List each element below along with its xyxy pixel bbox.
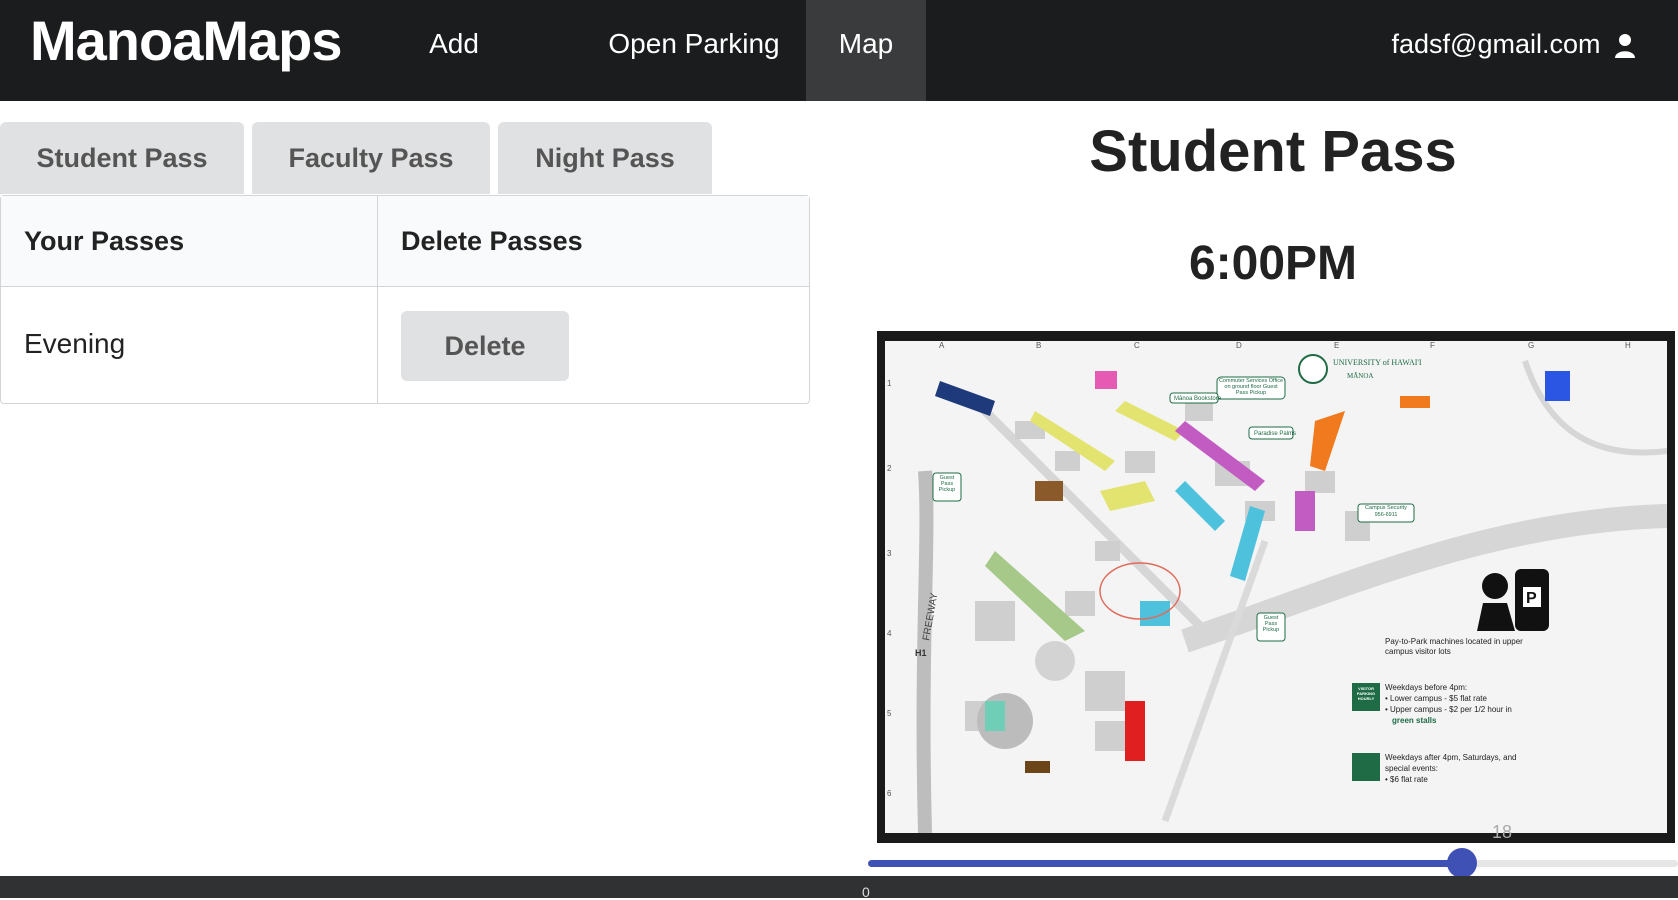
map-row-label: 1 xyxy=(887,379,892,388)
slider-handle[interactable] xyxy=(1447,848,1477,878)
footer-bar xyxy=(0,876,1678,898)
delete-button[interactable]: Delete xyxy=(401,311,569,381)
paradise-palms-callout: Paradise Palms xyxy=(1254,431,1296,437)
time-slider[interactable] xyxy=(868,848,1678,878)
parking-zone-teal xyxy=(985,701,1005,731)
campus-map-image: A B C D E F G H 1 2 3 4 5 6 FREEWAY H1 U… xyxy=(885,341,1667,833)
parking-zone-pink xyxy=(1095,371,1117,389)
header-delete-passes: Delete Passes xyxy=(401,226,583,256)
map-row-label: 6 xyxy=(887,789,892,798)
map-col-label: G xyxy=(1528,341,1534,350)
slider-value-label: 18 xyxy=(1492,822,1513,842)
university-name: UNIVERSITY of HAWAI'I xyxy=(1333,358,1422,367)
header-your-passes: Your Passes xyxy=(24,226,185,256)
nav-add-passes[interactable]: Add Passes xyxy=(380,0,528,147)
tab-student-pass[interactable]: Student Pass xyxy=(0,122,244,194)
map-row-label: 4 xyxy=(887,629,892,638)
guest-pass-callout: Guest Pass Pickup xyxy=(938,475,956,493)
map-col-label: H xyxy=(1625,341,1631,350)
passes-table: Your Passes Delete Passes Evening Delete xyxy=(0,195,810,404)
flat-rate-label: • $6 flat rate xyxy=(1385,775,1428,784)
brand-logo[interactable]: ManoaMaps xyxy=(30,8,342,73)
map-col-label: D xyxy=(1236,341,1242,350)
slider-fill xyxy=(868,860,1462,867)
user-icon xyxy=(1615,33,1635,58)
weekdays-before-label: Weekdays before 4pm: xyxy=(1385,683,1467,692)
map-row-label: 2 xyxy=(887,464,892,473)
svg-text:P: P xyxy=(1526,590,1537,607)
university-seal-icon xyxy=(1298,354,1328,384)
column-divider xyxy=(377,196,378,403)
parking-zone-brown xyxy=(1035,481,1063,501)
nav-map[interactable]: Map xyxy=(806,0,926,101)
campus-map: A B C D E F G H 1 2 3 4 5 6 FREEWAY H1 U… xyxy=(877,331,1675,843)
green-stalls-label: green stalls xyxy=(1392,716,1437,725)
pass-name-cell: Evening xyxy=(24,328,126,359)
guest-pass-callout-2: Guest Pass Pickup xyxy=(1262,615,1280,633)
visitor-sign-text: VISITOR PARKING HOURLY xyxy=(1356,686,1376,701)
tab-night-pass[interactable]: Night Pass xyxy=(498,122,712,194)
tab-faculty-pass[interactable]: Faculty Pass xyxy=(252,122,490,194)
top-navbar: ManoaMaps Add Passes Open Parking Map fa… xyxy=(0,0,1678,147)
h1-label: H1 xyxy=(915,648,927,658)
user-email: fadsf@gmail.com xyxy=(1391,29,1601,59)
map-col-label: F xyxy=(1430,341,1435,350)
campus-security-callout: Campus Security 956-6911 xyxy=(1365,505,1407,518)
user-menu[interactable]: fadsf@gmail.com xyxy=(1392,0,1637,101)
commuter-services-callout: Commuter Services Office on ground floor… xyxy=(1218,378,1284,396)
time-display: 6:00PM xyxy=(1188,237,1358,290)
upper-campus-rate: • Upper campus - $2 per 1/2 hour in xyxy=(1385,705,1512,714)
map-row-label: 3 xyxy=(887,549,892,558)
map-row-label: 5 xyxy=(887,709,892,718)
pass-title: Student Pass xyxy=(1089,119,1457,184)
map-col-label: C xyxy=(1134,341,1140,350)
nav-open-parking[interactable]: Open Parking xyxy=(566,0,822,101)
pay-to-park-note: Pay-to-Park machines located in upper ca… xyxy=(1385,637,1523,656)
map-col-label: A xyxy=(939,341,945,350)
map-col-label: B xyxy=(1036,341,1041,350)
weekdays-after-note: Weekdays after 4pm, Saturdays, and speci… xyxy=(1385,752,1535,785)
visitor-parking-icon-2 xyxy=(1352,753,1380,781)
bookstore-callout: Mānoa Bookstore xyxy=(1174,396,1222,402)
campus-name: MĀNOA xyxy=(1347,372,1373,380)
map-col-label: E xyxy=(1334,341,1339,350)
weekdays-after-label: Weekdays after 4pm, Saturdays, and speci… xyxy=(1385,753,1517,773)
parking-zone-red xyxy=(1125,701,1145,761)
parking-zone-bright-blue xyxy=(1545,371,1570,401)
lower-campus-rate: • Lower campus - $5 flat rate xyxy=(1385,694,1488,703)
